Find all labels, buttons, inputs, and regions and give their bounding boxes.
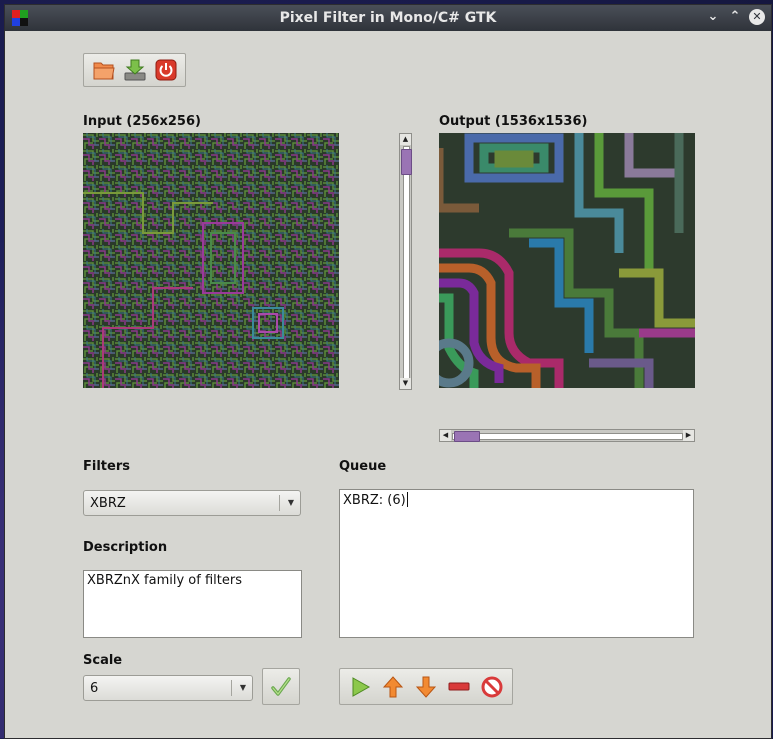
apply-button[interactable]	[262, 668, 300, 705]
power-icon	[155, 59, 176, 81]
horizontal-scrollbar[interactable]: ◀ ▶	[439, 429, 695, 442]
minus-icon	[448, 682, 470, 690]
quit-button[interactable]	[152, 56, 180, 84]
scale-label: Scale	[83, 653, 123, 668]
chevron-down-icon[interactable]: ⌄	[705, 9, 721, 25]
scroll-track[interactable]	[403, 146, 410, 380]
output-label: Output (1536x1536)	[439, 114, 588, 129]
input-image	[83, 133, 339, 388]
queue-textbox[interactable]: XBRZ: (6)	[339, 489, 694, 638]
description-label: Description	[83, 540, 168, 555]
save-button[interactable]	[121, 56, 149, 84]
app-icon	[12, 10, 28, 26]
main-window: Pixel Filter in Mono/C# GTK ⌄ ⌃ ✕ Input …	[4, 4, 772, 739]
close-icon[interactable]: ✕	[749, 9, 765, 25]
dropdown-arrow-icon: ▼	[287, 498, 294, 507]
scroll-left-arrow-icon[interactable]: ◀	[440, 430, 451, 441]
scale-selected: 6	[90, 680, 99, 696]
checkmark-icon	[271, 676, 291, 696]
input-label: Input (256x256)	[83, 114, 201, 129]
save-download-icon	[124, 59, 145, 81]
queue-toolbar	[339, 668, 513, 705]
text-caret	[406, 492, 408, 507]
scroll-thumb[interactable]	[454, 431, 480, 442]
scale-dropdown[interactable]: 6 ▼	[83, 675, 253, 701]
remove-button[interactable]	[445, 673, 473, 701]
queue-text: XBRZ: (6)	[343, 493, 406, 508]
main-toolbar	[83, 53, 186, 87]
scroll-down-arrow-icon[interactable]: ▼	[400, 378, 411, 389]
output-image	[439, 133, 695, 388]
scroll-thumb[interactable]	[401, 149, 412, 175]
vertical-scrollbar[interactable]: ▲ ▼	[399, 133, 412, 390]
move-up-button[interactable]	[379, 673, 407, 701]
clear-button[interactable]	[478, 673, 506, 701]
scroll-track[interactable]	[452, 433, 683, 440]
description-text: XBRZnX family of filters	[87, 573, 242, 588]
folder-open-icon	[93, 62, 115, 80]
filters-label: Filters	[83, 459, 130, 474]
dropdown-arrow-icon: ▼	[239, 683, 246, 692]
arrow-down-icon	[415, 676, 436, 698]
run-button[interactable]	[346, 673, 374, 701]
play-icon	[352, 676, 371, 697]
window-title: Pixel Filter in Mono/C# GTK	[279, 10, 497, 26]
scroll-up-arrow-icon[interactable]: ▲	[400, 134, 411, 145]
move-down-button[interactable]	[412, 673, 440, 701]
filters-dropdown[interactable]: XBRZ ▼	[83, 490, 301, 516]
queue-label: Queue	[339, 459, 387, 474]
title-bar: Pixel Filter in Mono/C# GTK ⌄ ⌃ ✕	[5, 5, 771, 31]
description-textbox[interactable]: XBRZnX family of filters	[83, 570, 302, 638]
scroll-right-arrow-icon[interactable]: ▶	[683, 430, 694, 441]
chevron-up-icon[interactable]: ⌃	[727, 9, 743, 25]
arrow-up-icon	[383, 675, 404, 697]
filters-selected: XBRZ	[90, 495, 126, 511]
stop-icon	[481, 676, 503, 697]
open-file-button[interactable]	[90, 56, 118, 84]
